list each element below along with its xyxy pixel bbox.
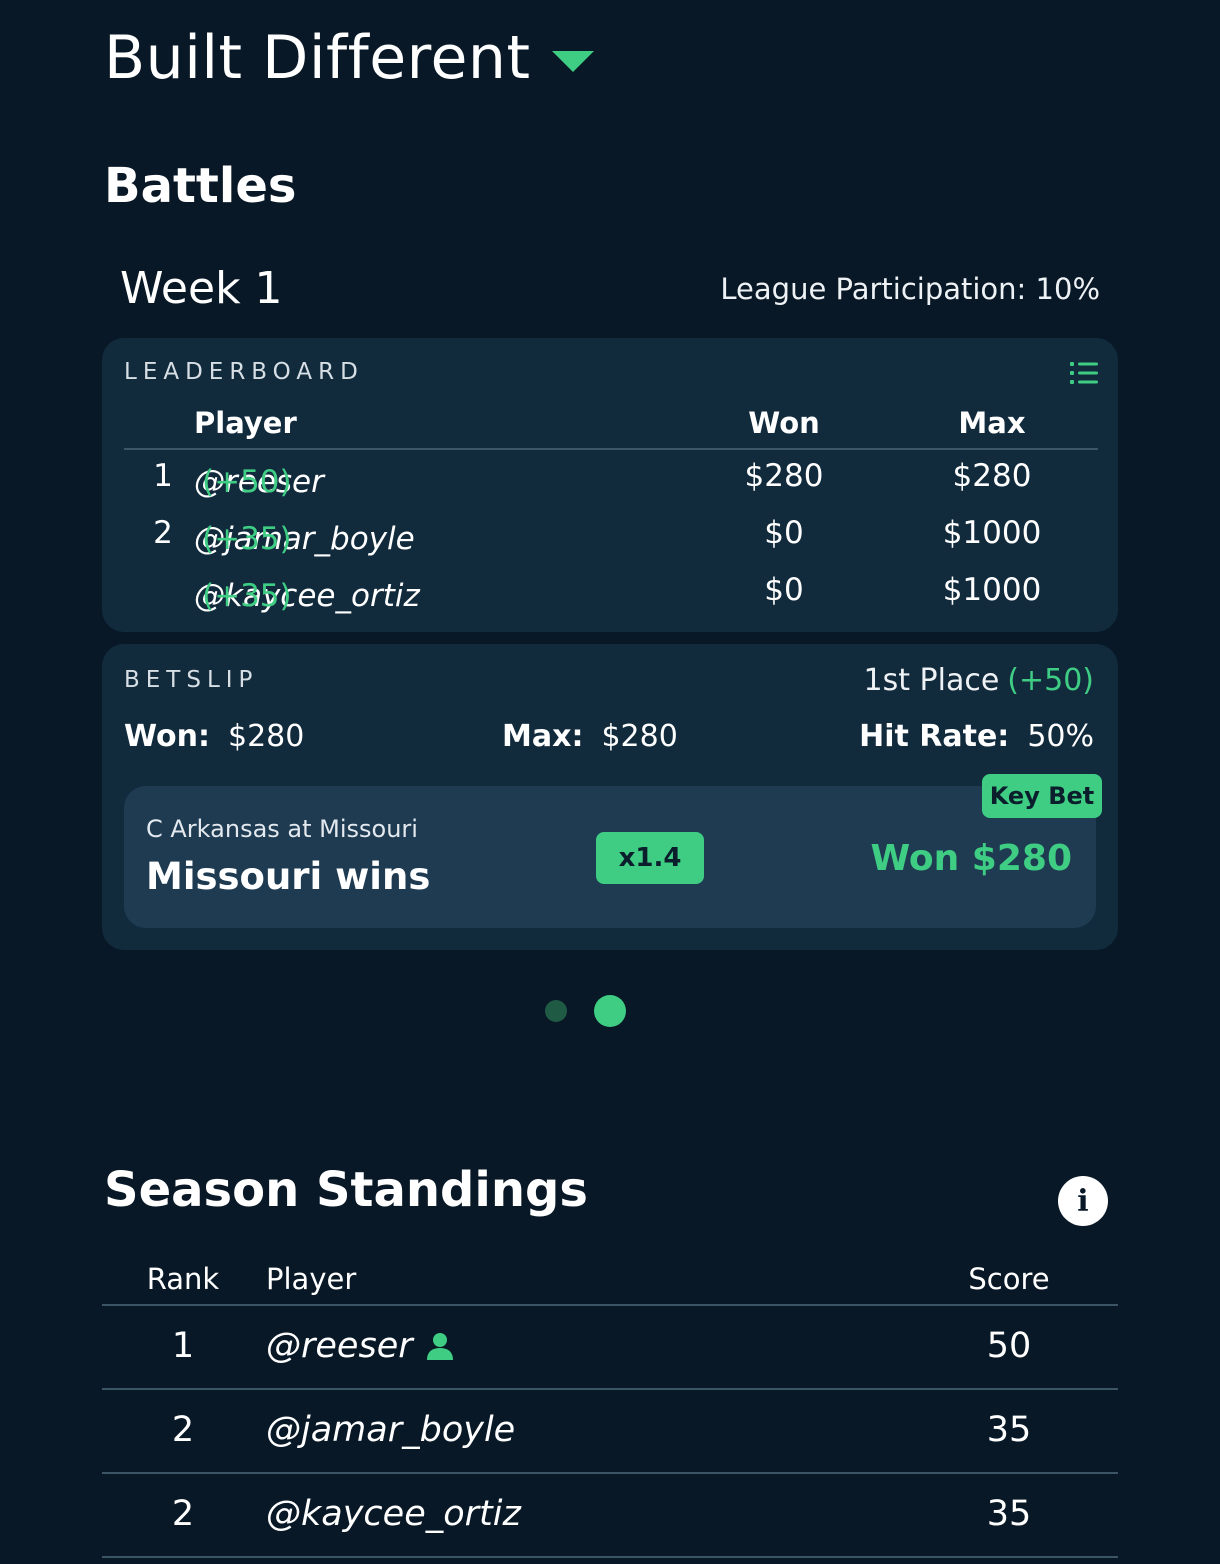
standings-rank: 1 (171, 1326, 195, 1366)
column-header-won: Won (748, 406, 820, 440)
standings-score: 35 (986, 1410, 1032, 1450)
bet-pick: Missouri wins (146, 855, 431, 898)
player-handle: @reeser (266, 1326, 413, 1366)
hit-rate-label: Hit Rate: (859, 719, 1010, 754)
column-header-player: Player (194, 406, 297, 440)
standings-player: @kaycee_ortiz (266, 1494, 521, 1534)
won-label: Won: (124, 719, 210, 754)
betslip-max: Max: $280 (502, 718, 678, 756)
column-header-rank: Rank (146, 1262, 220, 1296)
column-header-score: Score (968, 1262, 1050, 1296)
player-bonus: (+50) (202, 464, 292, 500)
standings-score: 50 (986, 1326, 1032, 1366)
max-label: Max: (502, 719, 584, 754)
page: Built Different Battles Week 1 League Pa… (0, 0, 1220, 1564)
leaderboard-won: $0 (764, 572, 804, 608)
info-icon[interactable]: i (1058, 1176, 1108, 1226)
leaderboard-row[interactable]: 2 @jamar_boyle (+35) $0 $1000 (124, 509, 1098, 559)
leaderboard-row[interactable]: 1 @reeser (+50) $280 $280 (124, 452, 1098, 502)
bet-multiplier: x1.4 (596, 832, 704, 884)
leaderboard-rank: 1 (153, 458, 173, 494)
betslip-won: Won: $280 (124, 718, 304, 756)
chevron-down-icon[interactable] (552, 50, 595, 72)
player-bonus: (+35) (202, 578, 292, 614)
week-title: Week 1 (120, 263, 283, 314)
hit-rate-value: 50% (1027, 719, 1094, 754)
standings-score: 35 (986, 1494, 1032, 1534)
list-icon[interactable] (1070, 360, 1098, 386)
max-value: $280 (601, 719, 678, 754)
league-participation: League Participation: 10% (720, 272, 1100, 306)
betslip-card[interactable]: BETSLIP 1st Place (+50) Won: $280 Max: $280… (102, 644, 1118, 950)
user-icon (426, 1333, 453, 1360)
betslip-hit-rate: Hit Rate: 50% (859, 718, 1094, 756)
standings-row[interactable]: 2 @kaycee_ortiz 35 (102, 1474, 1118, 1558)
standings-player: @jamar_boyle (266, 1410, 516, 1450)
standings-rank: 2 (171, 1410, 195, 1450)
standings-player: @reeser (266, 1326, 455, 1366)
pager-dot[interactable] (545, 1000, 567, 1022)
pager-dot-active[interactable] (594, 995, 626, 1027)
leaderboard-max: $280 (952, 458, 1032, 494)
league-name: Built Different (104, 23, 531, 93)
betslip-label: BETSLIP (124, 667, 259, 693)
standings-row[interactable]: 1 @reeser 50 (102, 1306, 1118, 1390)
leaderboard-won: $0 (764, 515, 804, 551)
leaderboard-max: $1000 (942, 515, 1042, 551)
section-title: Battles (104, 158, 297, 214)
bet-result: Won $280 (870, 838, 1072, 879)
bet-game: C Arkansas at Missouri (146, 815, 418, 843)
place-text: 1st Place (863, 663, 1000, 698)
leaderboard-label: LEADERBOARD (124, 359, 364, 385)
column-header-max: Max (958, 406, 1026, 440)
standings-title: Season Standings (104, 1162, 588, 1218)
leaderboard-card: LEADERBOARD Player Won Max 1 @reeser (+50… (102, 338, 1118, 632)
leaderboard-won: $280 (744, 458, 824, 494)
column-header-player: Player (266, 1262, 357, 1296)
bet-item[interactable]: C Arkansas at Missouri Missouri wins x1.… (124, 774, 1102, 928)
leaderboard-header: Player Won Max (124, 402, 1098, 450)
leaderboard-max: $1000 (942, 572, 1042, 608)
standings-header: Rank Player Score (102, 1258, 1118, 1306)
leaderboard-rank: 2 (153, 515, 173, 551)
key-bet-badge: Key Bet (982, 774, 1102, 818)
standings-row[interactable]: 2 @jamar_boyle 35 (102, 1390, 1118, 1474)
player-bonus: (+35) (202, 521, 292, 557)
won-value: $280 (228, 719, 305, 754)
league-selector[interactable]: Built Different (104, 22, 595, 94)
standings-rank: 2 (171, 1494, 195, 1534)
betslip-place: 1st Place (+50) (864, 662, 1095, 700)
leaderboard-row[interactable]: @kaycee_ortiz (+35) $0 $1000 (124, 566, 1098, 616)
place-bonus: (+50) (1007, 663, 1094, 698)
